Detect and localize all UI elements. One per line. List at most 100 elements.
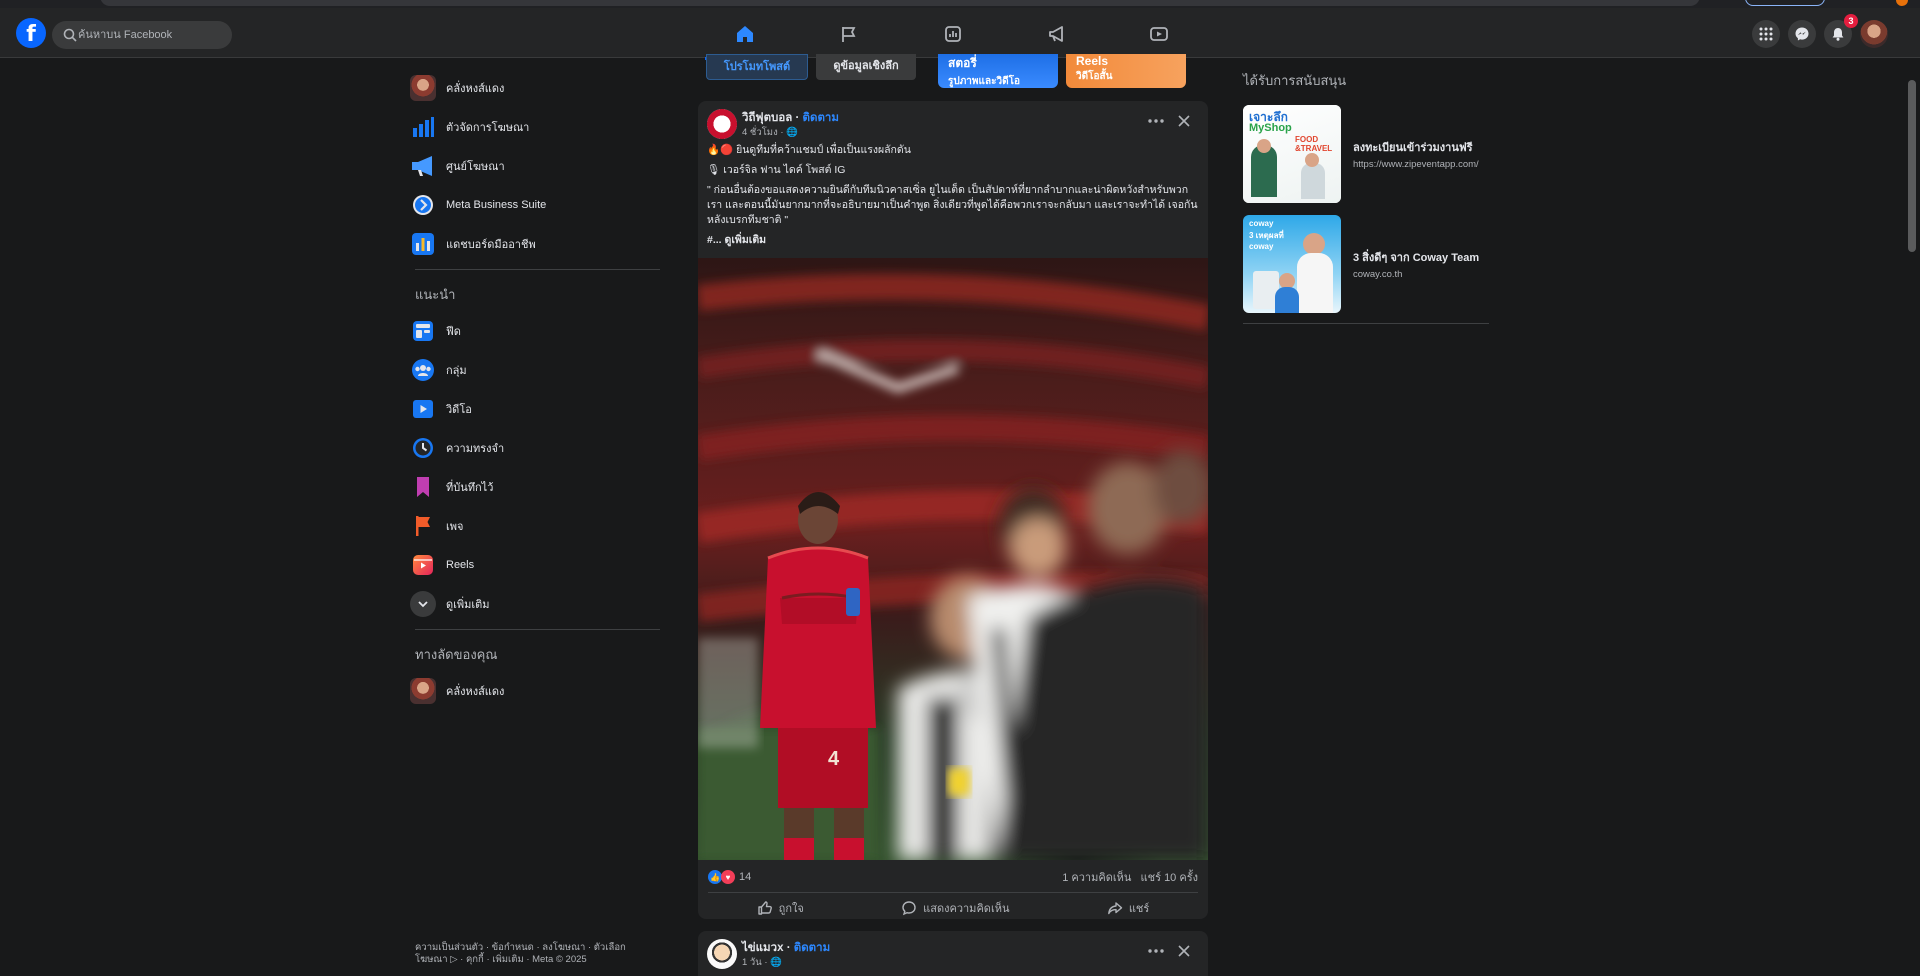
ad-image-text: FOOD &TRAVEL — [1295, 135, 1333, 153]
ad-url: coway.co.th — [1353, 269, 1403, 280]
chevron-down-icon — [410, 590, 436, 617]
search-input[interactable] — [78, 21, 228, 49]
right-sidebar: ได้รับการสนับสนุน เจาะลึก MyShop FOOD &T… — [1243, 70, 1493, 324]
hide-post-button[interactable] — [1174, 111, 1194, 131]
browser-address-bar[interactable] — [100, 0, 1700, 6]
post-stats: 👍 ♥ 14 1 ความคิดเห็น แชร์ 10 ครั้ง — [698, 860, 1208, 888]
share-button[interactable]: แชร์ — [1107, 899, 1149, 917]
sidebar-item-ad-center[interactable]: ศูนย์โฆษณา — [410, 146, 670, 185]
home-tab[interactable] — [705, 16, 785, 60]
follow-link[interactable]: ติดตาม — [794, 942, 830, 954]
meta-business-suite-icon — [410, 192, 436, 218]
ad-image-text: 3 เหตุผลที่ coway — [1249, 231, 1284, 251]
flag-icon — [410, 513, 436, 539]
menu-button[interactable] — [1752, 20, 1780, 48]
post-options-button[interactable] — [1146, 111, 1166, 131]
browser-account-button[interactable] — [1745, 0, 1825, 6]
bookmark-icon — [410, 474, 436, 500]
account-avatar[interactable] — [1860, 20, 1888, 48]
view-insights-button[interactable]: ดูข้อมูลเชิงลึก — [816, 54, 916, 80]
sidebar-item-label: กลุ่ม — [446, 364, 467, 377]
sidebar-item-video[interactable]: วิดีโอ — [410, 389, 670, 428]
post-header: ไข่แมวx · ติดตาม 1 วัน · 🌐 — [698, 931, 1208, 973]
close-icon — [1178, 945, 1190, 957]
browser-profile-dot[interactable] — [1896, 0, 1908, 6]
ad-image: เจาะลึก MyShop FOOD &TRAVEL — [1243, 105, 1341, 203]
search-icon — [63, 28, 77, 42]
video-tab[interactable] — [1139, 16, 1179, 52]
page-avatar[interactable] — [707, 109, 737, 139]
sidebar-divider — [1243, 323, 1489, 324]
page-scrollbar[interactable] — [1904, 58, 1920, 976]
sidebar-item-professional-dashboard[interactable]: แดชบอร์ดมืออาชีพ — [410, 224, 670, 263]
comment-label: แสดงความคิดเห็น — [923, 902, 1010, 915]
sidebar-shortcut-item[interactable]: คลั่งหงส์แดง — [410, 671, 670, 710]
post-time-text: 1 วัน — [742, 957, 762, 968]
sidebar-item-label: ฟีด — [446, 325, 461, 338]
sidebar-item-profile[interactable]: คลั่งหงส์แดง — [410, 68, 670, 107]
like-button[interactable]: ถูกใจ — [757, 899, 804, 917]
sponsored-ad[interactable]: coway 3 เหตุผลที่ coway 3 สิ่งดีๆ จาก Co… — [1243, 209, 1493, 319]
comments-count[interactable]: 1 ความคิดเห็น — [1062, 872, 1131, 884]
story-title: สตอรี่ — [948, 56, 977, 70]
sidebar-item-memories[interactable]: ความทรงจำ — [410, 428, 670, 467]
sidebar-item-reels[interactable]: Reels — [410, 545, 670, 584]
comment-button[interactable]: แสดงความคิดเห็น — [901, 899, 1009, 917]
footer-links[interactable]: ความเป็นส่วนตัว · ข้อกำหนด · ลงโฆษณา · ต… — [415, 942, 655, 966]
love-reaction-icon: ♥ — [721, 870, 735, 884]
reels-title: Reels — [1076, 54, 1109, 68]
follow-link[interactable]: ติดตาม — [803, 112, 839, 124]
promote-post-button[interactable]: โปรโมทโพสต์ — [706, 54, 808, 80]
post-line: 🎙 เวอร์จิล ฟาน ไดค์ โพสต์ IG — [707, 164, 846, 176]
promote-post-label: โปรโมทโพสต์ — [723, 61, 791, 73]
post-timestamp[interactable]: 4 ชั่วโมง · 🌐 — [742, 125, 798, 140]
suggested-heading: แนะนำ — [415, 287, 456, 302]
sidebar-item-pages[interactable]: เพจ — [410, 506, 670, 545]
search-box[interactable] — [52, 21, 232, 49]
post-time-text: 4 ชั่วโมง — [742, 127, 778, 138]
shares-count[interactable]: แชร์ 10 ครั้ง — [1141, 872, 1198, 884]
sponsored-ad[interactable]: เจาะลึก MyShop FOOD &TRAVEL ลงทะเบียนเข้… — [1243, 99, 1493, 209]
post-timestamp[interactable]: 1 วัน · 🌐 — [742, 955, 782, 970]
sidebar-item-label: ดูเพิ่มเติม — [446, 598, 490, 611]
sidebar-item-saved[interactable]: ที่บันทึกไว้ — [410, 467, 670, 506]
ads-manager-tab[interactable] — [933, 16, 973, 52]
post-tools-strip: โปรโมทโพสต์ ดูข้อมูลเชิงลึก สตอรี่ รูปภา… — [698, 54, 1208, 90]
video-icon — [1150, 27, 1168, 41]
shortcut-avatar — [410, 677, 436, 704]
scrollbar-thumb[interactable] — [1908, 80, 1916, 252]
post-photo[interactable]: 4 — [698, 258, 1208, 860]
sidebar-item-label: ความทรงจำ — [446, 442, 505, 455]
page-name-link[interactable]: วิถีฟุตบอล — [742, 112, 792, 124]
separator-dot: · — [783, 942, 794, 954]
sidebar-item-feed[interactable]: ฟีด — [410, 311, 670, 350]
sidebar-item-label: ที่บันทึกไว้ — [446, 481, 494, 494]
dashboard-icon — [410, 231, 436, 257]
separator-dot: · — [792, 112, 803, 124]
jersey-number: 4 — [828, 748, 840, 770]
see-more-link[interactable]: #... ดูเพิ่มเติม — [707, 233, 1199, 248]
ad-center-tab[interactable] — [1037, 16, 1077, 52]
messenger-button[interactable] — [1788, 20, 1816, 48]
ad-url: https://www.zipeventapp.com/ — [1353, 159, 1479, 170]
sidebar-see-more[interactable]: ดูเพิ่มเติม — [410, 584, 670, 623]
comment-icon — [902, 900, 916, 915]
ad-title: ลงทะเบียนเข้าร่วมงานฟรี — [1353, 142, 1473, 154]
post-options-button[interactable] — [1146, 941, 1166, 961]
more-horizontal-icon — [1148, 949, 1164, 953]
close-icon — [1178, 115, 1190, 127]
pages-tab[interactable] — [829, 16, 869, 52]
reactions-summary[interactable]: 👍 ♥ 14 — [708, 870, 751, 884]
hide-post-button[interactable] — [1174, 941, 1194, 961]
facebook-logo-icon[interactable]: f — [16, 18, 46, 48]
page-avatar[interactable] — [707, 939, 737, 969]
page-name-link[interactable]: ไข่แมวx — [742, 942, 784, 954]
create-reels-card[interactable]: Reels วิดีโอสั้น — [1066, 54, 1186, 88]
sidebar-item-ads-manager[interactable]: ตัวจัดการโฆษณา — [410, 107, 670, 146]
create-story-card[interactable]: สตอรี่ รูปภาพและวิดีโอ — [938, 54, 1058, 88]
sidebar-item-groups[interactable]: กลุ่ม — [410, 350, 670, 389]
feed-post: ไข่แมวx · ติดตาม 1 วัน · 🌐 — [698, 931, 1208, 976]
sidebar-item-meta-business-suite[interactable]: Meta Business Suite — [410, 185, 670, 224]
notifications-button[interactable]: 3 — [1824, 14, 1858, 48]
sidebar-divider — [415, 269, 660, 270]
